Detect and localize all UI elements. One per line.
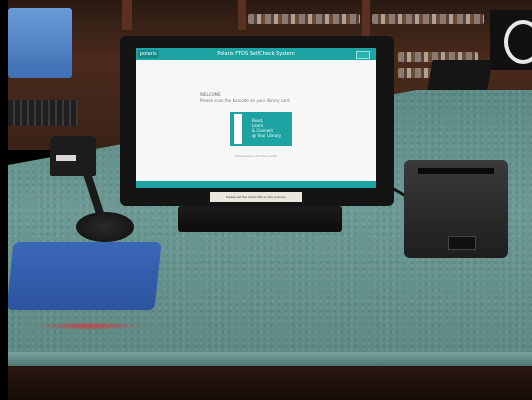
scanner-laser-glow bbox=[34, 322, 144, 330]
countertop-edge bbox=[8, 352, 532, 366]
card-barcode-strip bbox=[234, 114, 242, 144]
polaris-logo: polaris bbox=[138, 50, 159, 58]
sign-logo-icon bbox=[504, 20, 532, 64]
counter-front bbox=[8, 366, 532, 400]
bookshelf-row bbox=[372, 14, 484, 24]
welcome-heading: WELCOME bbox=[200, 92, 221, 97]
wall-sign bbox=[490, 10, 532, 70]
monitor-screen[interactable]: Polaris FTDS SelfCheck System polaris WE… bbox=[136, 48, 376, 188]
screen-header-button[interactable] bbox=[356, 51, 370, 59]
printer-panel bbox=[448, 236, 476, 250]
screen-footer-bar bbox=[136, 181, 376, 188]
library-selfcheck-scene: Polaris FTDS SelfCheck System polaris WE… bbox=[0, 0, 532, 400]
receipt-slot bbox=[418, 168, 494, 174]
card-slogan-line: @ Your Library bbox=[252, 133, 282, 138]
keyboard bbox=[8, 100, 78, 126]
scanner-label bbox=[56, 155, 76, 161]
blue-equipment bbox=[8, 8, 72, 78]
shelf-pillar bbox=[122, 0, 132, 30]
scanner-base bbox=[76, 212, 134, 242]
monitor-label-tape: Please set the items flat on the scanner bbox=[210, 192, 302, 202]
bookshelf-row bbox=[248, 14, 360, 24]
monitor-stand bbox=[178, 206, 342, 232]
welcome-prompt: Please scan the barcode on your library … bbox=[200, 98, 290, 103]
screen-hint: Please place card face down bbox=[234, 154, 278, 158]
card-slogan: Read, Learn & Connect @ Your Library bbox=[252, 118, 281, 138]
shelf-pillar bbox=[238, 0, 246, 30]
screen-title: Polaris FTDS SelfCheck System bbox=[217, 51, 295, 57]
mouse-pad bbox=[6, 242, 162, 310]
photo-border bbox=[0, 0, 8, 400]
